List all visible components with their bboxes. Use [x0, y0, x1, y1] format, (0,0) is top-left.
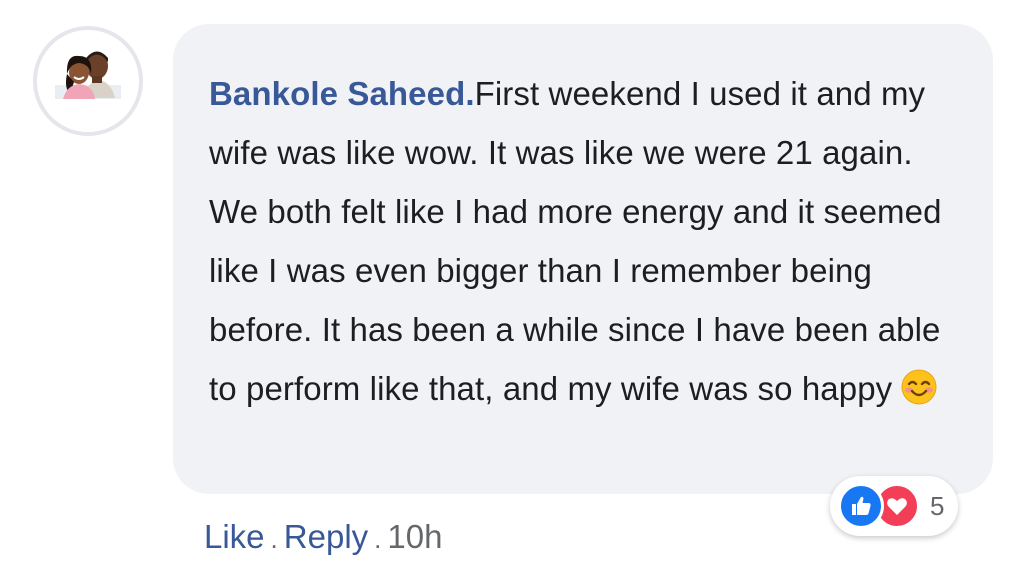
avatar[interactable]: [33, 26, 143, 136]
like-icon: [838, 483, 884, 529]
like-button[interactable]: Like: [204, 518, 265, 556]
author-name[interactable]: Bankole Saheed.: [209, 75, 475, 112]
reaction-count: 5: [930, 490, 945, 521]
comment-body: First weekend I used it and my wife was …: [209, 75, 942, 407]
separator-dot: .: [270, 524, 278, 554]
smiling-face-emoji-icon: [900, 365, 938, 424]
timestamp[interactable]: 10h: [387, 518, 442, 556]
comment: Bankole Saheed.First weekend I used it a…: [0, 0, 1024, 575]
reply-button[interactable]: Reply: [284, 518, 368, 556]
avatar-photo: [37, 30, 139, 132]
comment-bubble: Bankole Saheed.First weekend I used it a…: [173, 24, 993, 494]
separator-dot: .: [374, 524, 382, 554]
comment-actions: Like . Reply . 10h: [204, 518, 442, 556]
comment-text: Bankole Saheed.First weekend I used it a…: [209, 64, 953, 424]
reaction-summary[interactable]: 5: [830, 476, 959, 536]
